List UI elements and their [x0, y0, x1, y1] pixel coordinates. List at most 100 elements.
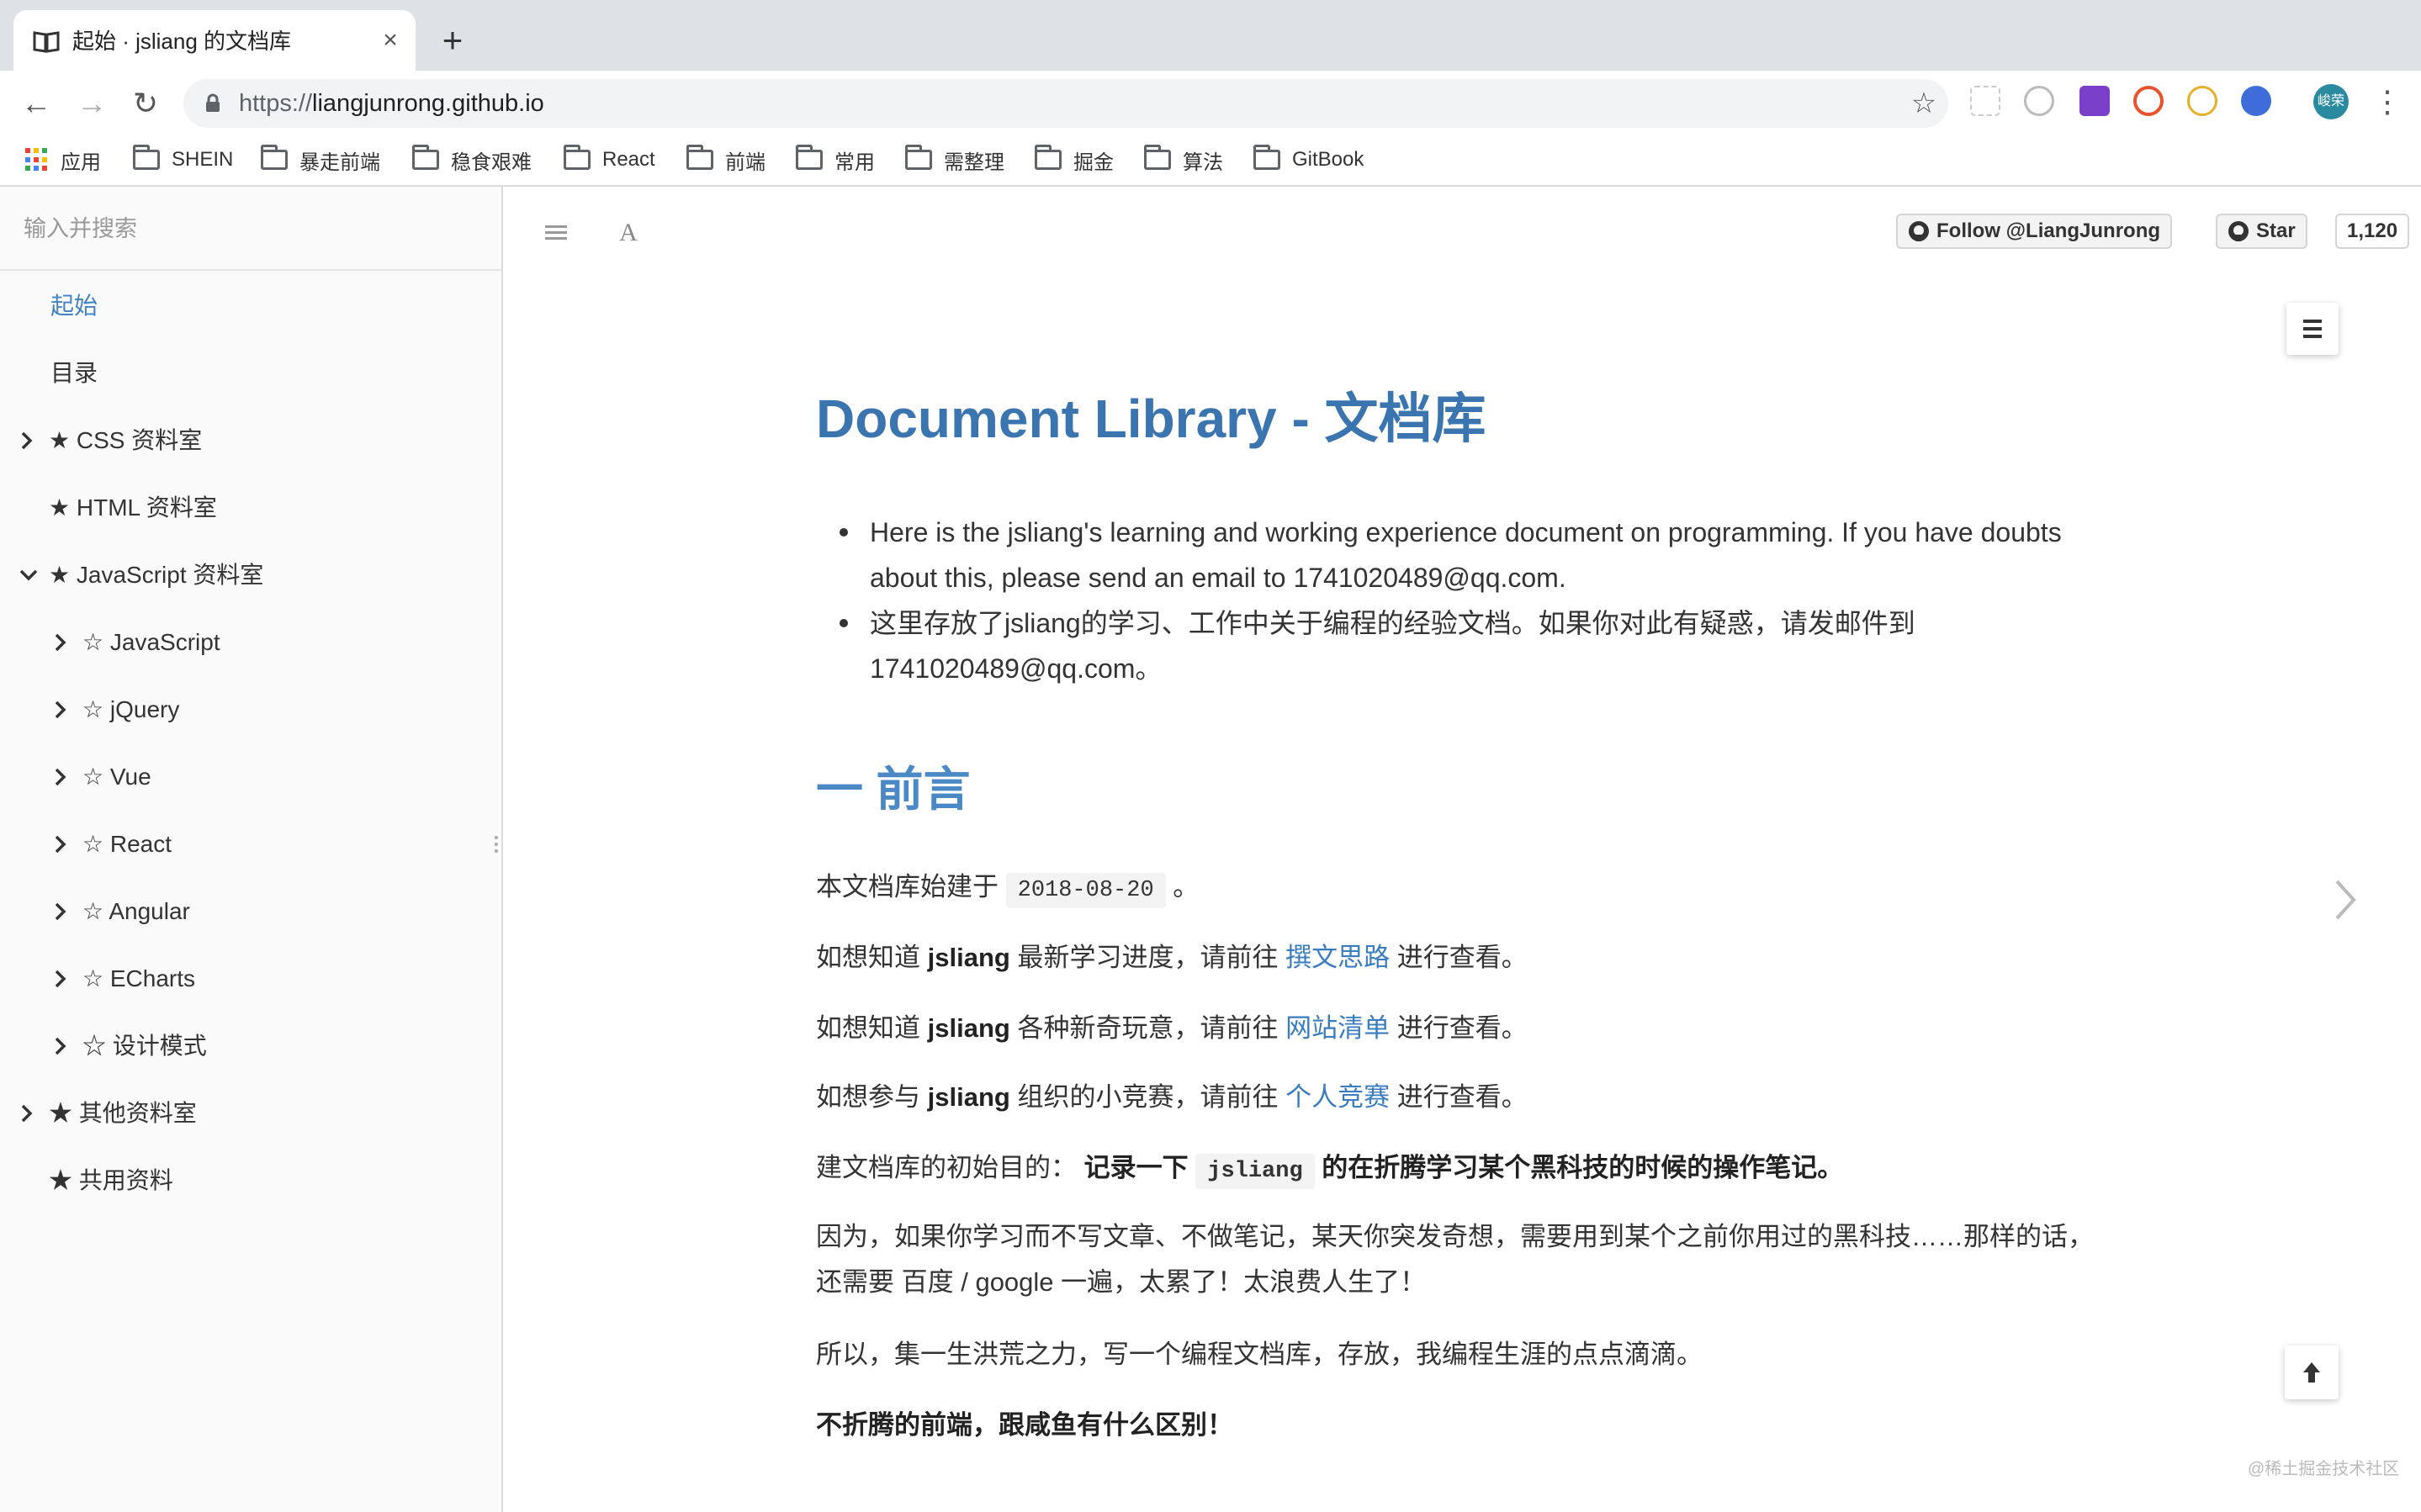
bookmark-folder[interactable]: SHEIN: [133, 143, 233, 177]
chevron-right-icon: [55, 633, 66, 652]
browser-menu-icon[interactable]: ⋮: [2372, 84, 2402, 119]
paragraph-competition: 如想参与 jsliang 组织的小竞赛，请前往 个人竞赛 进行查看。: [816, 1075, 2111, 1120]
bookmark-folder[interactable]: 算法: [1144, 143, 1223, 177]
tab-strip: 起始 · jsliang 的文档库 × +: [0, 0, 2421, 71]
sidebar-item-other[interactable]: ★ 其他资料室: [0, 1095, 501, 1132]
paragraph-start-date: 本文档库始建于 2018-08-20 。: [816, 864, 2111, 913]
bookmark-folder[interactable]: 常用: [796, 143, 875, 177]
text: 本文档库始建于: [816, 872, 999, 901]
sidebar-item-label: ☆ jQuery: [82, 696, 180, 722]
back-arrow-icon[interactable]: ←: [19, 86, 54, 121]
folder-icon: [796, 145, 823, 170]
folder-icon: [905, 145, 932, 170]
bookmark-label: SHEIN: [172, 148, 234, 171]
sidebar-item-react[interactable]: ☆ React: [0, 826, 501, 863]
reload-icon[interactable]: ↻: [128, 86, 163, 121]
folder-icon: [133, 145, 160, 170]
bookmark-folder[interactable]: 需整理: [905, 143, 1004, 177]
extension-y-icon[interactable]: [2187, 86, 2217, 116]
link-competition[interactable]: 个人竞赛: [1285, 1082, 1390, 1112]
sidebar: 起始 目录 ★ CSS 资料室 ★ HTML 资料室 ★ JavaScript …: [0, 187, 503, 1512]
profile-avatar[interactable]: 峻荣: [2313, 84, 2349, 119]
bookmark-folder[interactable]: 掘金: [1035, 143, 1114, 177]
next-page-arrow-icon[interactable]: [2328, 875, 2362, 925]
sidebar-item-shared[interactable]: ★ 共用资料: [0, 1162, 501, 1199]
text: 进行查看。: [1396, 943, 1528, 972]
paragraph-reason: 因为，如果你学习而不写文章、不做笔记，某天你突发奇想，需要用到某个之前你用过的黑…: [816, 1222, 2094, 1297]
inline-code: jsliang: [1195, 1154, 1315, 1189]
text: 建文档库的初始目的：: [816, 1153, 1077, 1182]
browser-toolbar: ← → ↻ https://liangjunrong.github.io ☆: [0, 71, 2421, 135]
bookmark-label: 稳食艰难: [451, 151, 532, 174]
bold-text: 的在折腾学习某个黑科技的时候的操作笔记。: [1322, 1153, 1844, 1182]
arrow-up-icon: [2303, 1362, 2320, 1382]
bookmark-folder[interactable]: GitBook: [1253, 143, 1364, 177]
sidebar-item-design-patterns[interactable]: ☆ 设计模式: [0, 1028, 501, 1065]
sidebar-item-label: ★ HTML 资料室: [49, 494, 217, 521]
bookmark-star-icon[interactable]: ☆: [1908, 87, 1940, 119]
bookmark-label: 应用: [61, 151, 101, 174]
font-settings-icon[interactable]: A: [614, 219, 643, 247]
watermark: @稀土掘金技术社区: [2248, 1460, 2400, 1478]
bookmark-apps[interactable]: 应用: [25, 143, 101, 177]
url-text: https://liangjunrong.github.io: [239, 90, 544, 117]
sidebar-item-jquery[interactable]: ☆ jQuery: [0, 691, 501, 728]
new-tab-button[interactable]: +: [436, 23, 469, 58]
follow-label: Follow @LiangJunrong: [1936, 219, 2161, 242]
link-writing-ideas[interactable]: 撰文思路: [1285, 943, 1390, 972]
github-follow-button[interactable]: Follow @LiangJunrong: [1896, 214, 2173, 249]
toc-menu-button[interactable]: [2286, 303, 2339, 355]
book-icon: [33, 31, 60, 53]
sidebar-item-toc[interactable]: 目录: [0, 355, 501, 392]
sidebar-item-css[interactable]: ★ CSS 资料室: [0, 422, 501, 459]
search-input[interactable]: [24, 212, 478, 246]
star-count-badge[interactable]: 1,120: [2335, 214, 2410, 249]
page: 起始 目录 ★ CSS 资料室 ★ HTML 资料室 ★ JavaScript …: [0, 187, 2421, 1512]
chevron-right-icon: [55, 700, 66, 719]
inline-code: 2018-08-20: [1005, 873, 1166, 908]
text: 如想参与: [816, 1082, 920, 1112]
bookmark-folder[interactable]: 稳食艰难: [412, 143, 532, 177]
chevron-right-icon: [21, 1104, 33, 1123]
sidebar-item-echarts[interactable]: ☆ ECharts: [0, 960, 501, 997]
lock-icon: [206, 93, 220, 112]
extension-infinity-icon[interactable]: [2133, 86, 2164, 116]
bookmark-folder[interactable]: React: [564, 143, 655, 177]
extension-grid-icon[interactable]: [1970, 86, 2000, 116]
section-title: 一 前言: [816, 763, 971, 816]
sidebar-item-vue[interactable]: ☆ Vue: [0, 759, 501, 796]
bookmark-label: 常用: [834, 151, 875, 174]
tab-title: 起始 · jsliang 的文档库: [72, 29, 292, 54]
sidebar-item-label: ★ CSS 资料室: [49, 427, 203, 453]
url-host: liangjunrong.github.io: [312, 90, 544, 117]
text: 最新学习进度，请前往: [1017, 943, 1279, 972]
bookmark-folder[interactable]: 前端: [686, 143, 766, 177]
extension-translate-icon[interactable]: [2241, 86, 2271, 116]
chevron-right-icon: [21, 431, 33, 450]
forward-arrow-icon[interactable]: →: [74, 86, 109, 121]
browser-tab[interactable]: 起始 · jsliang 的文档库 ×: [13, 10, 416, 71]
sidebar-item-angular[interactable]: ☆ Angular: [0, 893, 501, 930]
sidebar-item-html[interactable]: ★ HTML 资料室: [0, 489, 501, 526]
sidebar-item-start[interactable]: 起始: [0, 288, 501, 325]
paragraph-purpose: 建文档库的初始目的： 记录一下 jsliang 的在折腾学习某个黑科技的时候的操…: [816, 1145, 2111, 1194]
sidebar-item-javascript-room[interactable]: ★ JavaScript 资料室: [0, 557, 501, 594]
list-item: 这里存放了jsliang的学习、工作中关于编程的经验文档。如果你对此有疑惑，请发…: [840, 600, 2098, 691]
bookmark-label: 前端: [725, 151, 766, 174]
intro-list: Here is the jsliang's learning and worki…: [840, 510, 2098, 691]
paragraph-motto: 不折腾的前端，跟咸鱼有什么区别！: [816, 1410, 1233, 1440]
extension-target-icon[interactable]: [2024, 86, 2054, 116]
back-to-top-button[interactable]: [2285, 1345, 2339, 1399]
github-star-button[interactable]: Star: [2216, 214, 2307, 249]
bookmark-folder[interactable]: 暴走前端: [261, 143, 380, 177]
sidebar-resize-handle[interactable]: [495, 836, 500, 858]
extension-rp-icon[interactable]: [2079, 86, 2110, 116]
folder-icon: [564, 145, 591, 170]
address-bar[interactable]: https://liangjunrong.github.io ☆: [183, 79, 1948, 128]
chevron-down-icon: [19, 569, 38, 581]
bookmark-label: 算法: [1183, 151, 1223, 174]
tab-close-icon[interactable]: ×: [375, 25, 405, 56]
sidebar-item-javascript[interactable]: ☆ JavaScript: [0, 624, 501, 661]
sidebar-toggle-icon[interactable]: [542, 219, 570, 247]
link-site-list[interactable]: 网站清单: [1285, 1013, 1390, 1043]
